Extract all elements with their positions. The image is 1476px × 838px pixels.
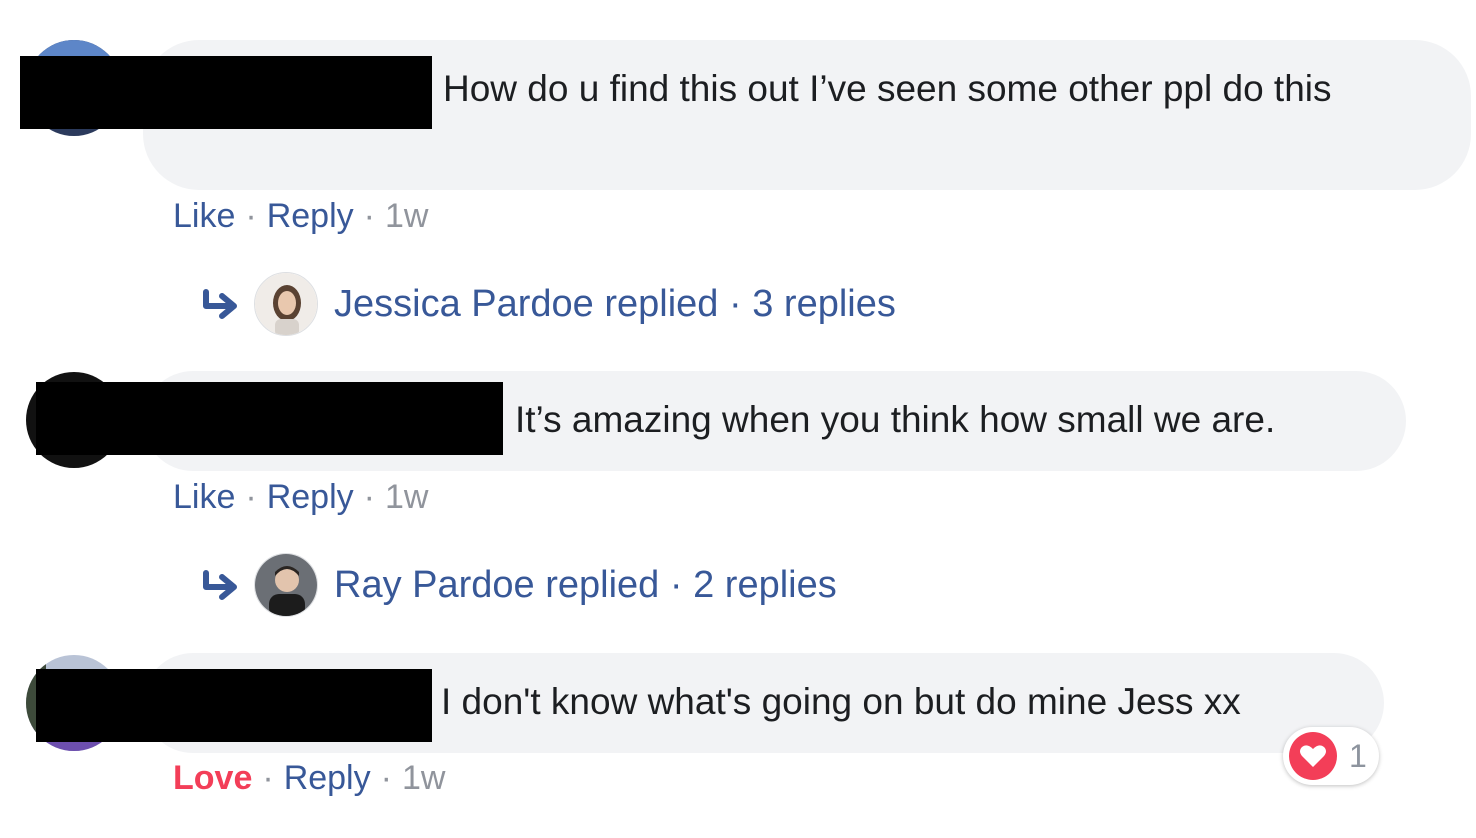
comment-actions: Love · Reply · 1w (173, 758, 445, 798)
separator: · (245, 478, 257, 516)
reaction-badge[interactable]: 1 (1283, 727, 1379, 785)
reply-arrow-icon (203, 570, 237, 600)
redacted-name (36, 669, 432, 742)
reply-button[interactable]: Reply (267, 478, 354, 516)
separator: · (245, 197, 257, 235)
separator: · (363, 197, 375, 235)
separator: · (262, 759, 274, 797)
reply-count: 3 replies (752, 283, 896, 325)
separator: · (380, 759, 392, 797)
replier-name: Jessica Pardoe replied (334, 283, 719, 325)
like-button[interactable]: Like (173, 478, 235, 516)
replier-avatar (254, 272, 318, 336)
timestamp[interactable]: 1w (385, 478, 428, 516)
love-button[interactable]: Love (173, 759, 252, 797)
like-button[interactable]: Like (173, 197, 235, 235)
replier-name: Ray Pardoe replied (334, 564, 660, 606)
reply-count: 2 replies (693, 564, 837, 606)
reply-arrow-icon (203, 289, 237, 319)
redacted-name (20, 56, 432, 129)
comment-text: I don't know what's going on but do mine… (441, 681, 1241, 722)
redacted-name (36, 382, 503, 455)
avatar-image (255, 273, 317, 335)
replies-summary-text: Jessica Pardoe replied · 3 replies (334, 280, 896, 328)
replies-summary-text: Ray Pardoe replied · 2 replies (334, 561, 837, 609)
comment-text: It’s amazing when you think how small we… (515, 399, 1276, 440)
separator: · (363, 478, 375, 516)
replier-avatar (254, 553, 318, 617)
heart-love-icon (1289, 732, 1337, 780)
reply-button[interactable]: Reply (284, 759, 371, 797)
reply-button[interactable]: Reply (267, 197, 354, 235)
avatar-image (255, 554, 317, 616)
timestamp[interactable]: 1w (402, 759, 445, 797)
reaction-count: 1 (1349, 738, 1367, 774)
timestamp[interactable]: 1w (385, 197, 428, 235)
comment-actions: Like · Reply · 1w (173, 477, 428, 517)
separator: · (729, 283, 742, 325)
separator: · (669, 564, 683, 606)
comment-actions: Like · Reply · 1w (173, 196, 428, 236)
